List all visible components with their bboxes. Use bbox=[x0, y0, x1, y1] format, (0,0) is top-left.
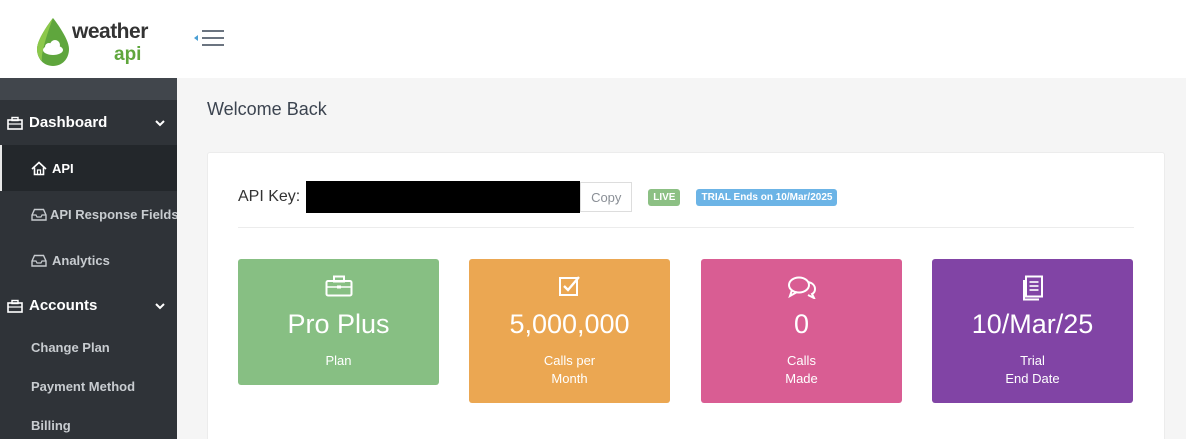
home-icon bbox=[31, 160, 49, 176]
sidebar-item-label: API bbox=[52, 160, 74, 176]
stat-caption-line2: End Date bbox=[1005, 371, 1060, 386]
stat-caption-line1: Calls bbox=[787, 353, 816, 368]
stat-caption-line2: Month bbox=[551, 371, 588, 386]
sidebar-item-payment-method[interactable]: Payment Method bbox=[0, 367, 177, 406]
stat-caption: Calls per Month bbox=[469, 352, 670, 388]
sidebar-group-label: Dashboard bbox=[29, 114, 108, 131]
sidebar-item-billing[interactable]: Billing bbox=[0, 406, 177, 439]
stat-value: 10/Mar/25 bbox=[971, 309, 1094, 339]
sidebar-group-dashboard[interactable]: Dashboard bbox=[0, 100, 177, 145]
stat-value: 0 bbox=[793, 309, 810, 339]
inbox-icon bbox=[31, 254, 49, 267]
stat-value: Pro Plus bbox=[287, 309, 390, 339]
copy-button[interactable]: Copy bbox=[580, 182, 633, 212]
chevron-down-icon bbox=[155, 297, 165, 314]
sidebar-item-label: Payment Method bbox=[31, 379, 136, 394]
stat-caption-line2: Made bbox=[785, 371, 818, 386]
stat-caption: Calls Made bbox=[701, 352, 902, 388]
stat-value: 5,000,000 bbox=[509, 309, 630, 339]
sidebar-item-label: API Response Fields bbox=[50, 206, 177, 222]
trial-status-badge: TRIAL Ends on 10/Mar/2025 bbox=[696, 188, 838, 206]
top-header: weather api bbox=[0, 0, 1186, 78]
stat-tile-calls-per-month: 5,000,000 Calls per Month bbox=[469, 259, 670, 403]
raindrop-cloud-icon bbox=[37, 18, 69, 66]
briefcase-icon bbox=[7, 116, 25, 130]
briefcase-icon bbox=[7, 299, 25, 313]
chevron-down-icon bbox=[155, 114, 165, 131]
api-summary-card: API Key: Copy LIVE TRIAL Ends on 10/Mar/… bbox=[207, 152, 1165, 439]
briefcase-icon bbox=[238, 275, 439, 297]
sidebar-item-label: Change Plan bbox=[31, 340, 110, 355]
weatherapi-logo[interactable]: weather api bbox=[30, 14, 150, 70]
sidebar-top-strip bbox=[0, 78, 177, 100]
sidebar-item-label: Billing bbox=[31, 418, 71, 433]
stat-tile-calls-made: 0 Calls Made bbox=[701, 259, 902, 403]
sidebar-item-analytics[interactable]: Analytics bbox=[0, 237, 177, 283]
logo-text-api: api bbox=[114, 44, 142, 65]
sidebar-item-change-plan[interactable]: Change Plan bbox=[0, 328, 177, 367]
checkbox-icon bbox=[469, 275, 670, 297]
stat-caption-line1: Plan bbox=[325, 353, 352, 368]
sidebar-group-label: Accounts bbox=[29, 297, 98, 314]
api-key-value-redacted[interactable] bbox=[306, 181, 581, 213]
stat-caption: Trial End Date bbox=[932, 352, 1133, 388]
chat-icon bbox=[701, 275, 902, 299]
sidebar: Dashboard API API Response Fields Analyt… bbox=[0, 78, 177, 439]
stat-caption-line1: Calls per bbox=[543, 353, 596, 368]
inbox-icon bbox=[31, 208, 47, 221]
document-icon bbox=[932, 275, 1133, 301]
menu-toggle-icon[interactable] bbox=[192, 26, 228, 50]
stat-caption-line1: Trial bbox=[1020, 353, 1045, 368]
live-status-badge: LIVE bbox=[648, 188, 681, 206]
stat-tile-trial-end-date: 10/Mar/25 Trial End Date bbox=[932, 259, 1133, 403]
api-key-row: API Key: Copy LIVE TRIAL Ends on 10/Mar/… bbox=[238, 181, 838, 213]
sidebar-item-api-response-fields[interactable]: API Response Fields bbox=[0, 191, 177, 237]
sidebar-group-accounts[interactable]: Accounts bbox=[0, 283, 177, 328]
sidebar-item-label: Analytics bbox=[52, 252, 110, 268]
api-key-label: API Key: bbox=[238, 188, 301, 205]
sidebar-item-api[interactable]: API bbox=[0, 145, 177, 191]
divider bbox=[238, 227, 1134, 228]
page-title: Welcome Back bbox=[207, 99, 327, 119]
stat-caption: Plan bbox=[238, 352, 439, 370]
logo-text-weather: weather bbox=[72, 20, 148, 43]
stat-tile-plan: Pro Plus Plan bbox=[238, 259, 439, 385]
